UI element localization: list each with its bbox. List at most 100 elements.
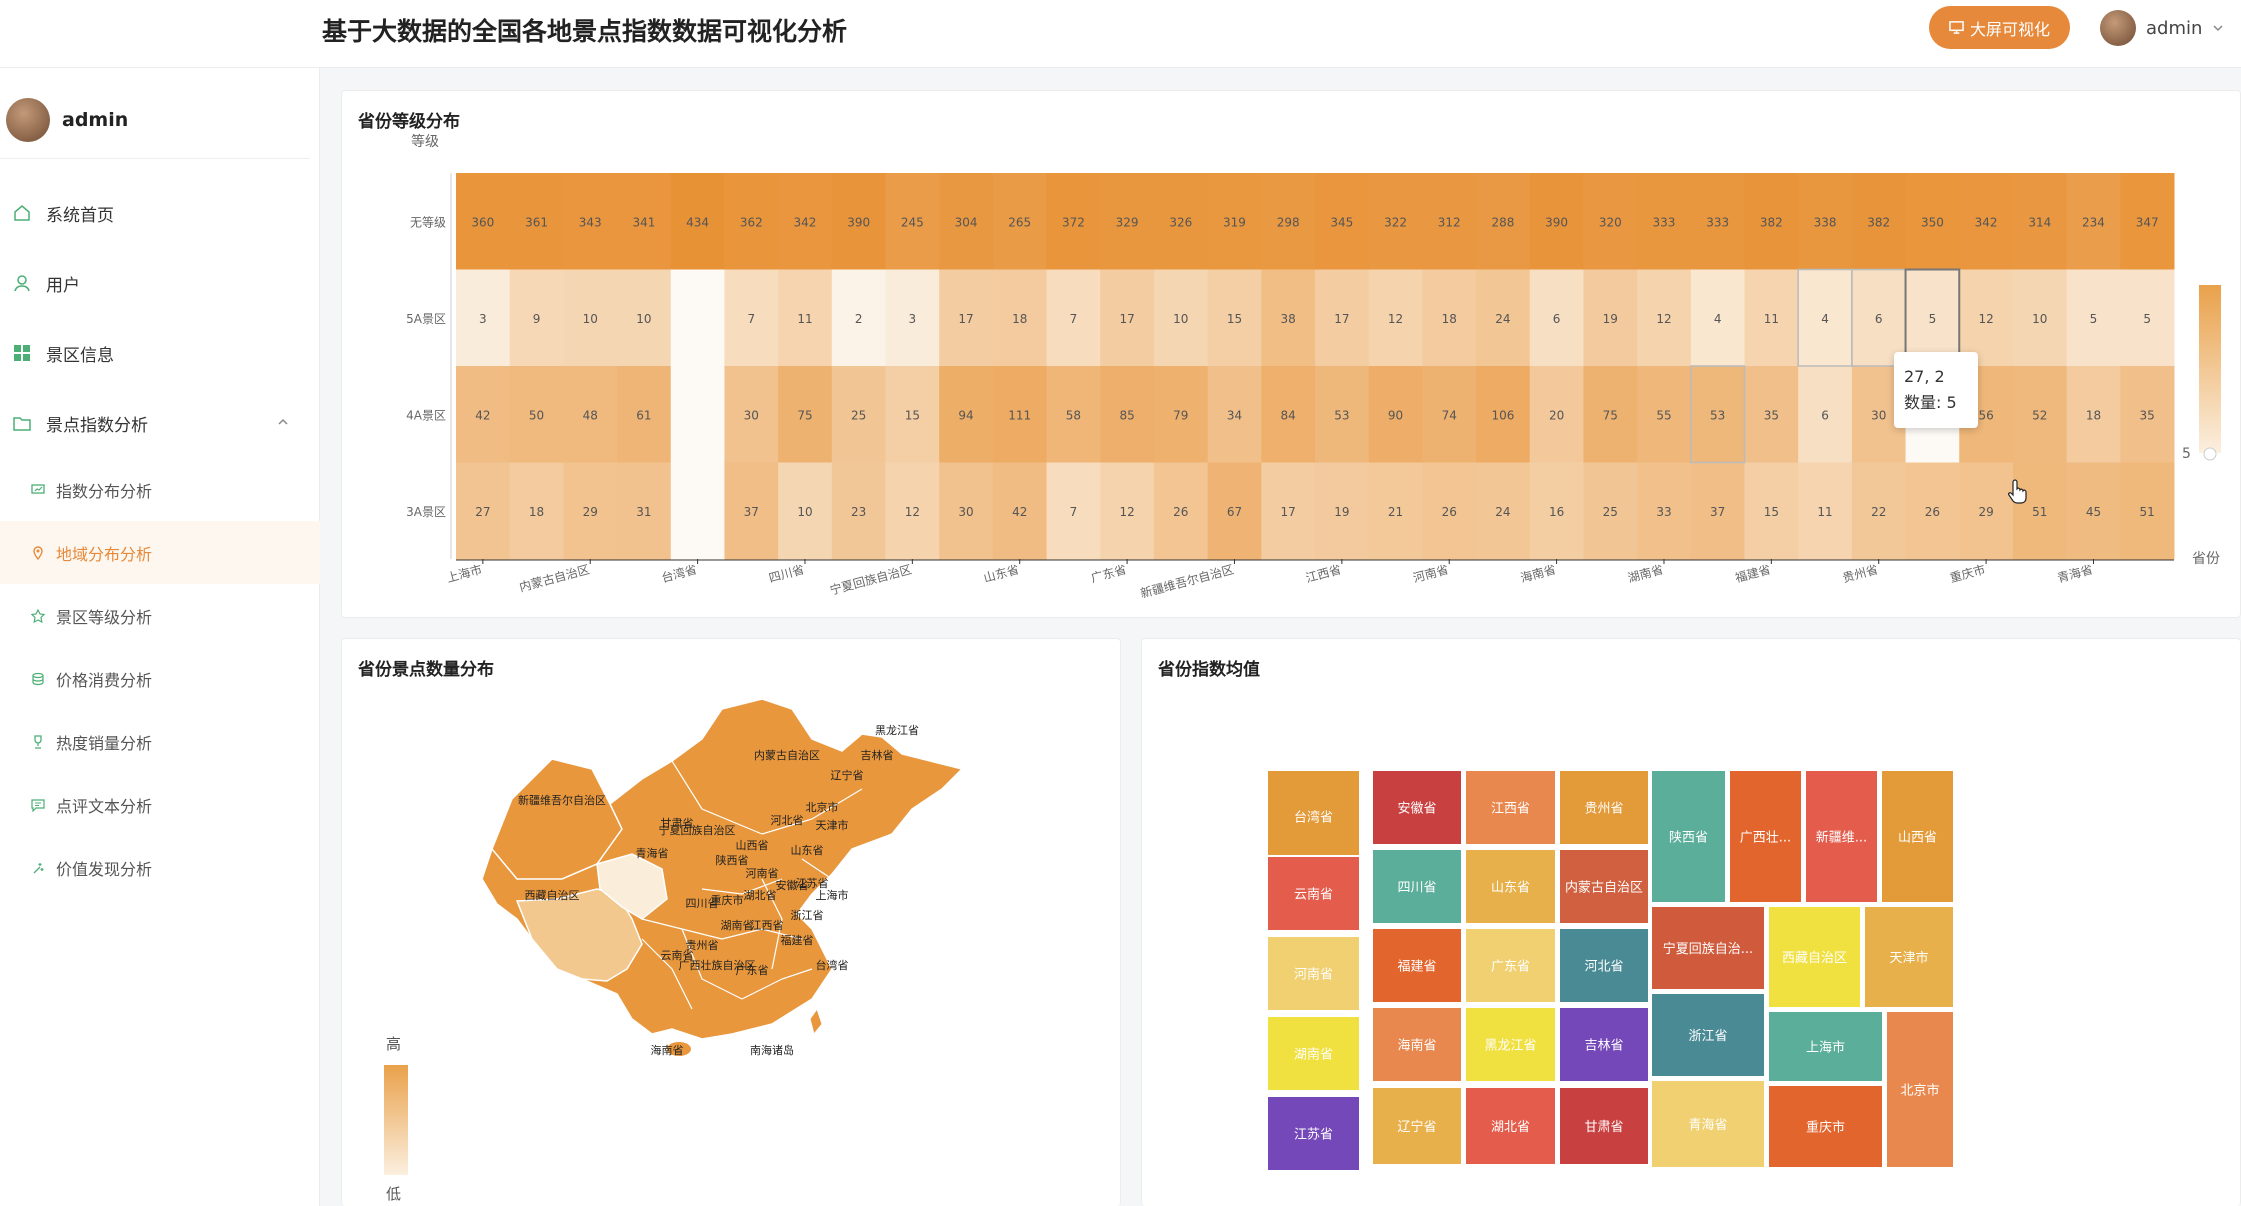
treemap-label: 河南省 — [1294, 967, 1333, 983]
treemap-label: 上海市 — [1806, 1040, 1845, 1056]
menu-item-scenic-info[interactable]: 景区信息 — [0, 318, 320, 388]
submenu-item-review-text[interactable]: 点评文本分析 — [0, 773, 320, 836]
data-label: 10 — [1173, 312, 1188, 326]
map-label: 浙江省 — [791, 909, 824, 922]
data-label: 338 — [1814, 215, 1837, 229]
menu-label: 系统首页 — [46, 205, 114, 226]
submenu-item-region-distribution[interactable]: 地域分布分析 — [0, 521, 320, 584]
data-label: 15 — [1227, 312, 1242, 326]
x-tick-label: 重庆市 — [1948, 561, 1987, 585]
x-tick-label: 江西省 — [1304, 562, 1342, 585]
data-label: 21 — [1388, 505, 1403, 519]
legend-low-label: 低 — [386, 1185, 402, 1203]
map-label: 北京市 — [806, 800, 839, 814]
treemap-label: 四川省 — [1397, 881, 1436, 896]
visual-map-bar[interactable] — [2199, 285, 2221, 453]
submenu-item-index-distribution[interactable]: 指数分布分析 — [0, 458, 320, 521]
data-label: 26 — [1925, 505, 1940, 519]
data-label: 56 — [1978, 408, 1993, 422]
heatmap-cell[interactable] — [670, 462, 725, 560]
treemap-label: 青海省 — [1688, 1118, 1727, 1133]
data-label: 3 — [909, 312, 917, 326]
treemap-chart[interactable]: 台湾省 安徽省 江西省 贵州省陕西省 广西壮... 新疆维... 山西省云南省 四川省 山东省 内… — [1142, 639, 2241, 1206]
heatmap-chart[interactable]: 等级省份无等级 360 361 343 341 434 362 342 390 245 304 265… — [341, 90, 2241, 610]
x-tick-label: 台湾省 — [660, 561, 699, 585]
submenu-item-price-analysis[interactable]: 价格消费分析 — [0, 647, 320, 710]
trophy-icon — [30, 734, 46, 750]
treemap-label: 山西省 — [1898, 831, 1937, 846]
data-label: 329 — [1116, 215, 1139, 229]
submenu-item-value-discovery[interactable]: 价值发现分析 — [0, 836, 320, 899]
treemap-label: 宁夏回族自治... — [1663, 941, 1753, 957]
menu-item-home[interactable]: 系统首页 — [0, 178, 320, 248]
treemap-label: 广东省 — [1491, 960, 1530, 975]
map-label: 天津市 — [816, 818, 849, 832]
sidebar: admin 系统首页 用户 景区信息 景点指数分析 指数分布分析 地域分布分析 … — [0, 68, 320, 1206]
data-label: 341 — [632, 215, 655, 229]
big-screen-button[interactable]: 大屏可视化 — [1929, 6, 2070, 49]
data-label: 85 — [1119, 408, 1134, 422]
data-label: 26 — [1173, 505, 1188, 519]
data-label: 10 — [797, 505, 812, 519]
data-label: 390 — [847, 215, 870, 229]
data-label: 17 — [958, 312, 973, 326]
heatmap-cell[interactable] — [670, 269, 725, 367]
data-label: 25 — [851, 408, 866, 422]
data-label: 7 — [1070, 505, 1078, 519]
data-label: 6 — [1821, 408, 1829, 422]
avatar — [6, 98, 50, 142]
treemap-label: 广西壮... — [1740, 831, 1791, 846]
x-tick-label: 新疆维吾尔自治区 — [1139, 561, 1236, 600]
treemap-label: 辽宁省 — [1397, 1119, 1436, 1135]
menu-item-index-analysis[interactable]: 景点指数分析 — [0, 388, 320, 458]
location-icon — [30, 545, 46, 561]
treemap-card: 省份指数均值 台湾省 安徽省 江西省 贵州省 陕西省 广西壮... 新疆维... 山西省 云南省… — [1141, 638, 2241, 1206]
submenu-label: 景区等级分析 — [56, 607, 153, 627]
star-icon — [30, 608, 46, 624]
menu-item-user[interactable]: 用户 — [0, 248, 320, 318]
data-label: 79 — [1173, 408, 1188, 422]
data-label: 33 — [1656, 505, 1671, 519]
china-map[interactable]: 黑龙江省吉林省辽宁省内蒙古自治区新疆维吾尔自治区甘肃省宁夏回族自治区青海省西藏自… — [342, 639, 1122, 1206]
data-label: 45 — [2086, 505, 2101, 519]
big-screen-label: 大屏可视化 — [1969, 19, 2050, 39]
data-label: 51 — [2032, 505, 2047, 519]
data-label: 17 — [1281, 505, 1296, 519]
data-label: 18 — [1012, 312, 1027, 326]
data-label: 31 — [636, 505, 651, 519]
data-label: 12 — [1978, 312, 1993, 326]
data-label: 24 — [1495, 312, 1510, 326]
heatmap-cell[interactable] — [670, 366, 725, 463]
data-label: 18 — [1442, 312, 1457, 326]
submenu-item-grade-analysis[interactable]: 景区等级分析 — [0, 584, 320, 647]
submenu-item-heat-sales[interactable]: 热度销量分析 — [0, 710, 320, 773]
menu-label: 用户 — [46, 275, 80, 296]
treemap-label: 河北省 — [1584, 960, 1623, 975]
grid-icon — [12, 343, 32, 363]
data-label: 347 — [2136, 215, 2159, 229]
data-label: 23 — [851, 505, 866, 519]
legend-high-label: 高 — [386, 1035, 402, 1053]
side-menu: 系统首页 用户 景区信息 景点指数分析 指数分布分析 地域分布分析 景区等级分析… — [0, 178, 320, 899]
data-label: 35 — [2140, 408, 2155, 422]
data-label: 30 — [744, 408, 759, 422]
treemap-label: 湖北省 — [1491, 1120, 1530, 1135]
data-label: 12 — [1119, 505, 1134, 519]
data-label: 434 — [686, 215, 709, 229]
data-label: 320 — [1599, 215, 1622, 229]
data-label: 265 — [1008, 215, 1031, 229]
map-label: 吉林省 — [861, 748, 894, 762]
data-label: 15 — [1764, 505, 1779, 519]
data-label: 24 — [1495, 505, 1510, 519]
system-title: 基于大数据的全国各地景点指数数据可视化分析 — [322, 17, 848, 46]
data-label: 19 — [1603, 312, 1618, 326]
data-label: 390 — [1545, 215, 1568, 229]
data-label: 326 — [1169, 215, 1192, 229]
data-label: 360 — [471, 215, 494, 229]
data-label: 18 — [529, 505, 544, 519]
map-label: 福建省 — [781, 933, 814, 947]
menu-label: 景区信息 — [46, 345, 114, 366]
user-menu[interactable]: admin — [2100, 8, 2224, 48]
visual-map-gradient[interactable] — [384, 1065, 408, 1175]
x-tick-label: 河南省 — [1411, 561, 1450, 585]
